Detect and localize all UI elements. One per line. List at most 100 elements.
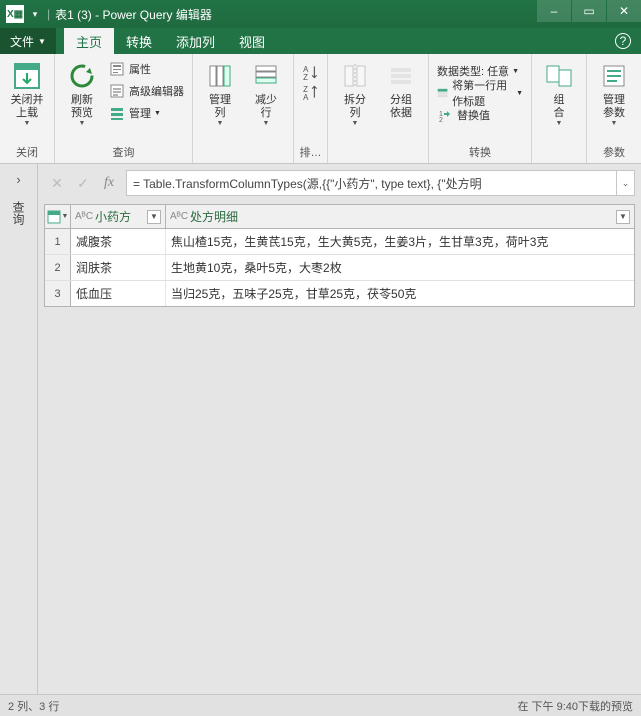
caret-down-icon: ▼: [62, 213, 69, 220]
group-label: 排…: [298, 142, 323, 163]
column-header-2[interactable]: AᴮC 处方明细 ▼: [166, 205, 634, 228]
close-and-load-button[interactable]: 关闭并 上载 ▼: [4, 58, 50, 129]
caret-down-icon: ▼: [263, 120, 270, 127]
fx-icon: fx: [104, 175, 114, 191]
reduce-rows-label: 减少 行: [255, 94, 277, 120]
combine-label: 组 合: [554, 94, 565, 120]
advanced-editor-label: 高级编辑器: [129, 83, 184, 99]
refresh-label: 刷新 预览: [71, 94, 93, 120]
expand-queries-button[interactable]: ›: [16, 172, 20, 187]
manage-button[interactable]: 管理 ▼: [105, 102, 188, 124]
column-filter-button[interactable]: ▼: [616, 210, 630, 224]
ribbon: 关闭并 上载 ▼ 关闭 刷新 预览 ▼ 属性 高级编辑器: [0, 54, 641, 164]
split-column-button[interactable]: 拆分 列 ▼: [332, 58, 378, 129]
row-number: 1: [45, 229, 71, 254]
column-name: 小药方: [95, 208, 143, 225]
group-combine: 组 合 ▼: [532, 54, 587, 163]
qat-dropdown[interactable]: ▾: [28, 4, 42, 24]
group-by-button[interactable]: 分组 依据: [378, 58, 424, 122]
caret-down-icon: ▼: [352, 120, 359, 127]
combine-button[interactable]: 组 合 ▼: [536, 58, 582, 129]
caret-down-icon: ▼: [611, 120, 618, 127]
content-area: › 查询 ✕ ✓ fx = Table.TransformColumnTypes…: [0, 164, 641, 694]
close-load-label: 关闭并 上载: [11, 94, 44, 120]
expand-formula-button[interactable]: ⌄: [617, 170, 635, 196]
cell[interactable]: 低血压: [71, 281, 166, 306]
caret-down-icon: ▼: [516, 90, 523, 97]
properties-button[interactable]: 属性: [105, 58, 188, 80]
row-number: 3: [45, 281, 71, 306]
use-first-row-headers-button[interactable]: 将第一行用作标题 ▼: [433, 82, 527, 104]
confirm-formula-button[interactable]: ✓: [70, 170, 96, 196]
group-transform: 数据类型: 任意 ▼ 将第一行用作标题 ▼ 12 替换值 转换: [429, 54, 532, 163]
sort-asc-icon: AZ: [302, 63, 320, 81]
title-bar: X▦ ▾ | 表1 (3) - Power Query 编辑器 – ▭ ✕: [0, 0, 641, 28]
table-row[interactable]: 2 润肤茶 生地黄10克，桑叶5克，大枣2枚: [45, 255, 634, 281]
manage-icon: [109, 105, 125, 121]
group-icon: [385, 60, 417, 92]
cell[interactable]: 焦山楂15克，生黄芪15克，生大黄5克，生姜3片，生甘草3克，荷叶3克: [166, 229, 634, 254]
separator: |: [47, 7, 50, 21]
cell[interactable]: 减腹茶: [71, 229, 166, 254]
main-panel: ✕ ✓ fx = Table.TransformColumnTypes(源,{{…: [38, 164, 641, 694]
help-button[interactable]: ?: [615, 33, 631, 49]
refresh-icon: [66, 60, 98, 92]
replace-values-button[interactable]: 12 替换值: [433, 104, 494, 126]
header-row-icon: [437, 85, 448, 101]
group-parameters: 管理 参数 ▼ 参数: [587, 54, 641, 163]
minimize-button[interactable]: –: [537, 0, 571, 22]
tab-transform[interactable]: 转换: [114, 28, 164, 54]
refresh-preview-button[interactable]: 刷新 预览 ▼: [59, 58, 105, 129]
caret-down-icon: ▼: [512, 68, 519, 75]
fx-button[interactable]: fx: [96, 170, 122, 196]
properties-icon: [109, 61, 125, 77]
ribbon-tabs: 文件 ▼ 主页 转换 添加列 视图 ?: [0, 28, 641, 54]
tab-add-column[interactable]: 添加列: [164, 28, 227, 54]
table-row[interactable]: 3 低血压 当归25克，五味子25克，甘草25克，茯苓50克: [45, 281, 634, 306]
caret-down-icon: ▼: [556, 120, 563, 127]
table-row[interactable]: 1 减腹茶 焦山楂15克，生黄芪15克，生大黄5克，生姜3片，生甘草3克，荷叶3…: [45, 229, 634, 255]
cell[interactable]: 当归25克，五味子25克，甘草25克，茯苓50克: [166, 281, 634, 306]
queries-pane-collapsed: › 查询: [0, 164, 38, 694]
column-name: 处方明细: [190, 208, 612, 225]
formula-bar: ✕ ✓ fx = Table.TransformColumnTypes(源,{{…: [44, 170, 635, 196]
tab-home[interactable]: 主页: [64, 28, 114, 54]
svg-text:Z: Z: [303, 73, 308, 81]
cell[interactable]: 生地黄10克，桑叶5克，大枣2枚: [166, 255, 634, 280]
close-button[interactable]: ✕: [607, 0, 641, 22]
cancel-formula-button[interactable]: ✕: [44, 170, 70, 196]
svg-text:2: 2: [439, 117, 443, 123]
sort-desc-button[interactable]: ZA: [302, 83, 320, 101]
maximize-button[interactable]: ▭: [572, 0, 606, 22]
tab-view[interactable]: 视图: [227, 28, 277, 54]
parameters-icon: [598, 60, 630, 92]
excel-icon: X▦: [6, 5, 24, 23]
file-menu[interactable]: 文件 ▼: [0, 28, 56, 54]
queries-pane-label[interactable]: 查询: [10, 201, 27, 225]
group-label: [332, 158, 424, 163]
sort-asc-button[interactable]: AZ: [302, 63, 320, 81]
caret-down-icon: ▼: [154, 110, 161, 117]
close-load-icon: [11, 60, 43, 92]
caret-down-icon: ▼: [24, 120, 31, 127]
file-label: 文件: [10, 33, 34, 50]
manage-columns-button[interactable]: 管理 列 ▼: [197, 58, 243, 129]
group-columns: 管理 列 ▼ 减少 行 ▼: [193, 54, 294, 163]
editor-icon: [109, 83, 125, 99]
manage-parameters-label: 管理 参数: [603, 94, 625, 120]
column-header-1[interactable]: AᴮC 小药方 ▼: [71, 205, 166, 228]
rows-icon: [250, 60, 282, 92]
table-corner[interactable]: ▼: [45, 205, 71, 228]
advanced-editor-button[interactable]: 高级编辑器: [105, 80, 188, 102]
group-query: 刷新 预览 ▼ 属性 高级编辑器 管理 ▼ 查询: [55, 54, 193, 163]
window-title: 表1 (3) - Power Query 编辑器: [55, 6, 212, 23]
formula-input[interactable]: = Table.TransformColumnTypes(源,{{"小药方", …: [126, 170, 617, 196]
status-right: 在 下午 9:40下载的预览: [517, 698, 633, 714]
cell[interactable]: 润肤茶: [71, 255, 166, 280]
data-preview-table: ▼ AᴮC 小药方 ▼ AᴮC 处方明细 ▼ 1 减腹茶 焦山楂15克，生黄芪1…: [44, 204, 635, 307]
column-filter-button[interactable]: ▼: [147, 210, 161, 224]
manage-label: 管理: [129, 105, 151, 121]
manage-columns-label: 管理 列: [209, 94, 231, 120]
reduce-rows-button[interactable]: 减少 行 ▼: [243, 58, 289, 129]
manage-parameters-button[interactable]: 管理 参数 ▼: [591, 58, 637, 129]
